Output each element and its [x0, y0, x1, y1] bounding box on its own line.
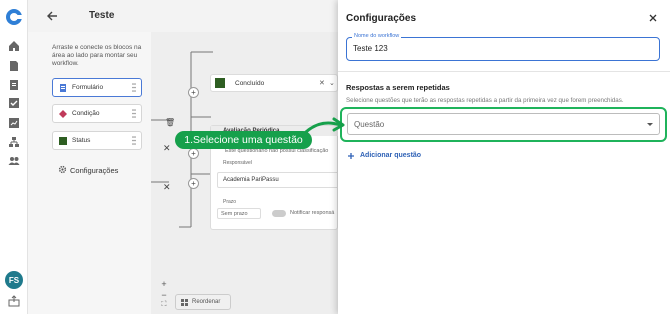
config-drawer: Configurações Nome do workflow Teste 123…	[338, 0, 670, 314]
block-condition[interactable]: Condição	[52, 104, 142, 123]
gear-icon	[58, 165, 67, 174]
diamond-icon	[59, 110, 67, 118]
plus-icon	[348, 153, 354, 159]
reorder-label: Reordenar	[192, 299, 221, 305]
workflow-canvas[interactable]: Concluído ✕ ⌄ + Avaliação Periódica Este…	[151, 32, 339, 314]
workflow-title: Teste	[89, 10, 115, 21]
back-arrow-icon[interactable]	[46, 10, 58, 22]
deadline-value: Sem prazo	[221, 211, 248, 217]
drag-handle-icon[interactable]	[132, 136, 136, 145]
drag-handle-icon[interactable]	[132, 109, 136, 118]
deadline-select[interactable]: Sem prazo	[217, 208, 261, 219]
blocks-hint: Arraste e conecte os blocos na área ao l…	[52, 44, 142, 67]
report-icon[interactable]	[8, 79, 20, 91]
settings-label: Configurações	[70, 166, 119, 175]
divider	[338, 71, 670, 72]
block-status[interactable]: Status	[52, 131, 142, 150]
responsible-field[interactable]: Academia PariPassu	[217, 172, 339, 188]
tutorial-callout: 1.Selecione uma questão	[175, 131, 312, 149]
responsible-label: Responsável	[223, 160, 252, 166]
notify-label: Notificar responsá	[290, 210, 335, 216]
reorder-button[interactable]: Reordenar	[175, 294, 231, 310]
left-rail: FS	[0, 0, 28, 314]
drawer-title: Configurações	[346, 13, 417, 24]
close-icon[interactable]	[649, 14, 657, 22]
checklist-icon[interactable]	[8, 97, 20, 109]
status-node-chevron-icon[interactable]: ⌄	[329, 79, 335, 87]
workflow-name-value[interactable]: Teste 123	[353, 44, 388, 53]
block-condition-label: Condição	[72, 110, 100, 117]
export-icon[interactable]	[8, 295, 20, 307]
form-icon	[60, 84, 66, 92]
block-form-label: Formulário	[72, 84, 104, 91]
fit-view-icon[interactable]: ⛶	[161, 301, 167, 309]
remove-branch-icon[interactable]: ✕	[163, 143, 171, 154]
add-node-button[interactable]: +	[188, 148, 199, 159]
add-question-label: Adicionar questão	[360, 152, 422, 159]
trash-icon[interactable]: 🗑	[165, 118, 175, 127]
add-node-button[interactable]: +	[188, 87, 199, 98]
document-icon[interactable]	[8, 60, 20, 72]
block-status-label: Status	[72, 137, 91, 144]
notify-toggle[interactable]	[272, 210, 286, 217]
status-swatch	[215, 78, 225, 88]
remove-branch-icon[interactable]: ✕	[163, 182, 171, 193]
section-description: Selecione questões que terão as resposta…	[346, 97, 624, 104]
status-square-icon	[59, 137, 67, 145]
chevron-down-icon	[647, 123, 653, 126]
zoom-in-button[interactable]: +	[161, 279, 167, 289]
block-form[interactable]: Formulário	[52, 78, 142, 97]
add-node-button[interactable]: +	[188, 178, 199, 189]
deadline-label: Prazo	[223, 199, 237, 205]
question-select-placeholder: Questão	[354, 120, 385, 129]
chart-icon[interactable]	[8, 117, 20, 129]
question-select[interactable]: Questão	[347, 113, 660, 135]
status-node[interactable]: Concluído ✕ ⌄	[210, 74, 338, 92]
workflow-header: Teste	[28, 0, 338, 32]
avatar[interactable]: FS	[5, 271, 23, 289]
status-node-label: Concluído	[235, 80, 265, 87]
status-node-close-icon[interactable]: ✕	[319, 79, 325, 87]
drag-handle-icon[interactable]	[132, 83, 136, 92]
responsible-value: Academia PariPassu	[223, 177, 279, 183]
section-title: Respostas a serem repetidas	[346, 83, 450, 92]
hierarchy-icon[interactable]	[8, 136, 20, 148]
workflow-name-label: Nome do workflow	[352, 33, 402, 39]
blocks-panel: Arraste e conecte os blocos na área ao l…	[28, 32, 151, 314]
users-icon[interactable]	[8, 155, 20, 167]
home-icon[interactable]	[8, 40, 20, 52]
zoom-out-button[interactable]: −	[161, 290, 167, 300]
workflow-name-field[interactable]: Nome do workflow Teste 123	[346, 33, 660, 61]
logo-icon[interactable]	[5, 8, 23, 26]
grid-icon	[181, 299, 188, 306]
